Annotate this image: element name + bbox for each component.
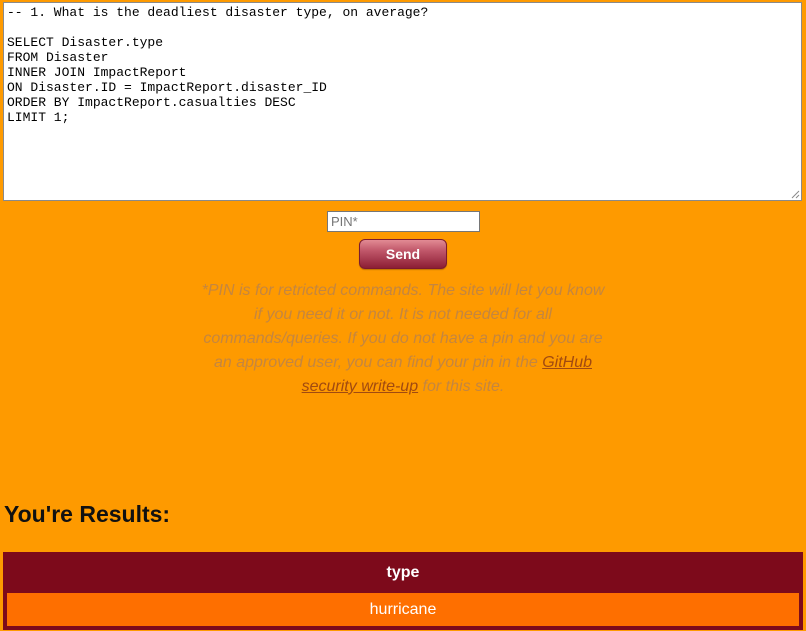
column-header-type: type	[386, 563, 420, 581]
results-header-row: type	[7, 556, 799, 589]
table-cell: hurricane	[7, 593, 799, 626]
results-table: type hurricane	[3, 552, 803, 630]
pin-help-text: *PIN is for retricted commands. The site…	[198, 279, 608, 399]
send-button[interactable]: Send	[359, 239, 447, 269]
pin-help-text-end: for this site.	[418, 378, 505, 395]
table-row: hurricane	[7, 593, 799, 626]
sql-query-editor[interactable]	[3, 2, 802, 201]
results-heading: You're Results:	[4, 501, 171, 527]
pin-input[interactable]	[327, 211, 480, 232]
